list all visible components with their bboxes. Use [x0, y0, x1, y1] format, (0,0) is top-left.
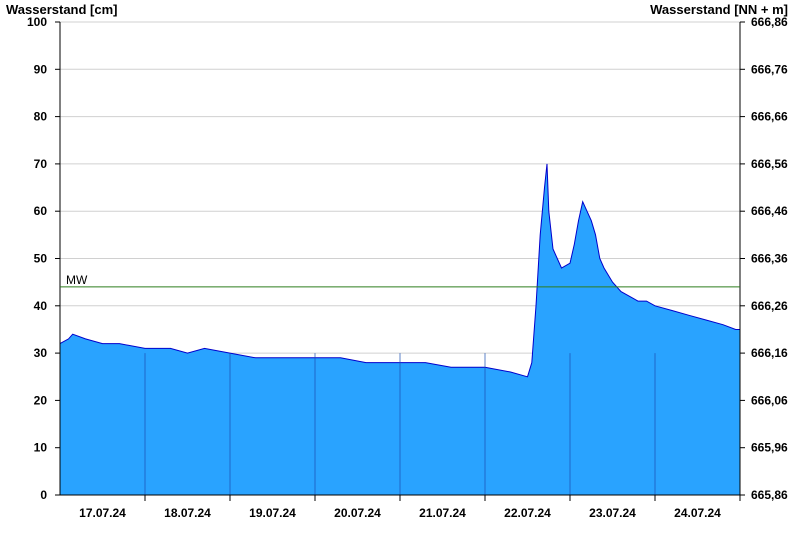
series-layer: [59, 163, 741, 495]
left-axis-ticks: 0 10 20 30 40 50 60 70 80 90 100: [27, 15, 60, 502]
right-tick-label: 665,86: [751, 488, 788, 502]
left-tick-label: 30: [34, 346, 48, 360]
left-tick-label: 50: [34, 252, 48, 266]
left-tick-label: 10: [34, 441, 48, 455]
x-tick-label: 23.07.24: [589, 506, 636, 520]
x-tick-label: 18.07.24: [164, 506, 211, 520]
right-tick-label: 666,56: [751, 157, 788, 171]
x-tick-label: 17.07.24: [79, 506, 126, 520]
x-tick-label: 20.07.24: [334, 506, 381, 520]
left-tick-label: 100: [27, 15, 47, 29]
right-tick-label: 666,86: [751, 15, 788, 29]
left-tick-label: 80: [34, 110, 48, 124]
mean-water-line-group: MW: [60, 273, 740, 288]
left-tick-label: 40: [34, 299, 48, 313]
right-tick-label: 666,76: [751, 62, 788, 76]
x-tick-label: 22.07.24: [504, 506, 551, 520]
left-axis-title: Wasserstand [cm]: [6, 2, 118, 17]
x-axis-ticks: 17.07.24 18.07.24 19.07.24 20.07.24 21.07.24…: [79, 495, 741, 520]
left-tick-label: 70: [34, 157, 48, 171]
right-axis-ticks: 665,86 665,96 666,06 666,16 666,26 666,36 666,…: [740, 15, 788, 502]
x-tick-label: 19.07.24: [249, 506, 296, 520]
mean-water-label: MW: [66, 273, 88, 287]
right-tick-label: 666,16: [751, 346, 788, 360]
left-tick-label: 90: [34, 62, 48, 76]
left-tick-label: 60: [34, 204, 48, 218]
right-tick-label: 666,66: [751, 110, 788, 124]
left-tick-label: 0: [40, 488, 47, 502]
right-tick-label: 666,06: [751, 393, 788, 407]
left-tick-label: 20: [34, 393, 48, 407]
x-tick-label: 21.07.24: [419, 506, 466, 520]
right-tick-label: 666,26: [751, 299, 788, 313]
water-level-chart: Wasserstand [cm] Wasserstand [NN + m] 01…: [6, 2, 788, 520]
x-tick-label: 24.07.24: [674, 506, 721, 520]
right-tick-label: 666,46: [751, 204, 788, 218]
right-tick-label: 666,36: [751, 252, 788, 266]
right-tick-label: 665,96: [751, 441, 788, 455]
